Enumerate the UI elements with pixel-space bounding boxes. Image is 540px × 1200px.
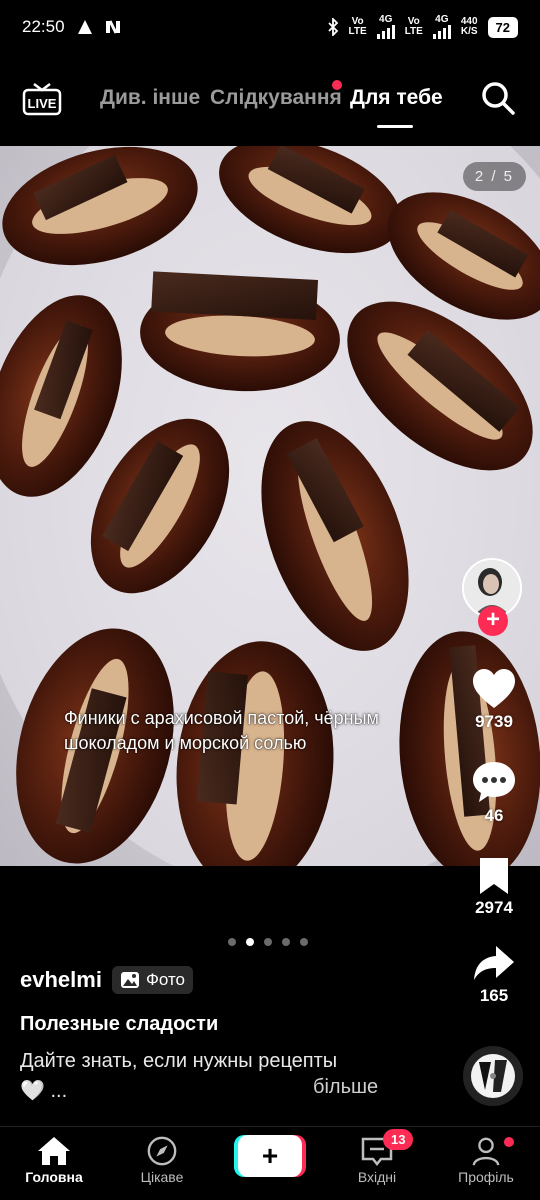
comment-button[interactable]: 46 — [462, 760, 526, 826]
share-button[interactable]: 165 — [462, 944, 526, 1006]
comment-count: 46 — [484, 806, 504, 825]
author-name[interactable]: evhelmi — [20, 967, 102, 993]
search-icon[interactable] — [480, 80, 516, 116]
carousel-dot[interactable] — [282, 938, 290, 946]
bluetooth-icon — [327, 18, 338, 36]
create-button[interactable]: + — [238, 1135, 302, 1177]
live-icon[interactable]: LIVE — [22, 80, 62, 116]
like-button[interactable]: 9739 — [462, 668, 526, 732]
profile-icon — [472, 1137, 500, 1166]
photo-badge: Фото — [111, 966, 193, 994]
music-disc[interactable] — [463, 1046, 523, 1106]
nav-inbox[interactable]: 13 Вхідні — [337, 1129, 417, 1185]
see-more-link[interactable]: більше — [313, 1076, 378, 1099]
tab-for-you[interactable]: Для тебе — [350, 86, 443, 110]
home-icon — [38, 1137, 70, 1165]
slide-counter: 2 / 5 — [462, 162, 526, 191]
follow-button[interactable]: + — [478, 606, 508, 636]
author-row: evhelmi Фото — [20, 966, 193, 994]
dates-photo-illustration — [0, 146, 540, 866]
save-button[interactable]: 2974 — [462, 856, 526, 918]
post-title: Полезные сладости — [20, 1013, 219, 1035]
tab-following[interactable]: Слідкування — [210, 86, 342, 110]
nav-inbox-label: Вхідні — [357, 1169, 397, 1185]
nav-discover[interactable]: Цікаве — [122, 1135, 202, 1185]
bookmark-icon — [480, 858, 508, 894]
photo-badge-label: Фото — [145, 970, 185, 989]
bottom-nav: Головна Цікаве + 13 Вхідні Профіль — [0, 1126, 540, 1200]
post-description-text: Дайте знать, если нужны рецепты — [20, 1050, 338, 1072]
music-cover-art — [471, 1054, 515, 1098]
nav-discover-label: Цікаве — [140, 1169, 184, 1185]
heart-icon — [473, 669, 515, 708]
comment-icon — [473, 762, 515, 802]
following-notification-dot — [332, 80, 342, 90]
save-count: 2974 — [475, 898, 513, 917]
share-count: 165 — [479, 986, 509, 1005]
post-photo[interactable]: 2 / 5 Финики с арахисовой пастой, чёрным… — [0, 146, 540, 866]
status-time: 22:50 — [22, 17, 65, 36]
nav-home[interactable]: Головна — [14, 1135, 94, 1185]
network-4g-2: 4G — [432, 15, 451, 39]
volte-indicator-1: Vo LTE — [348, 16, 367, 37]
signal-warning-icon — [77, 20, 92, 34]
network-4g-1: 4G — [376, 15, 395, 39]
nav-profile-label: Профіль — [458, 1169, 514, 1185]
share-arrow-icon — [474, 946, 514, 980]
carousel-dot[interactable] — [300, 938, 308, 946]
n-app-icon — [105, 20, 120, 34]
network-speed: 440 K/S — [460, 16, 478, 37]
carousel-dot-active[interactable] — [246, 938, 254, 946]
photo-caption: Финики с арахисовой пастой, чёрным шокол… — [64, 708, 379, 753]
live-label: LIVE — [28, 96, 57, 111]
nav-profile[interactable]: Профіль — [446, 1135, 526, 1185]
like-count: 9739 — [475, 712, 513, 731]
inbox-badge: 13 — [383, 1129, 414, 1150]
volte-indicator-2: Vo LTE — [404, 16, 423, 37]
carousel-dot[interactable] — [264, 938, 272, 946]
active-tab-indicator — [377, 125, 413, 128]
tab-explore[interactable]: Див. інше — [100, 86, 200, 110]
profile-notification-dot — [504, 1137, 514, 1147]
compass-icon — [147, 1136, 177, 1166]
top-nav: LIVE Див. інше Слідкування Для тебе — [0, 70, 540, 130]
nav-home-label: Головна — [25, 1169, 83, 1185]
status-bar: 22:50 Vo LTE 4G Vo LTE 4G 440 K/S 72 — [0, 0, 540, 54]
carousel-dots — [228, 938, 308, 946]
image-icon — [120, 972, 139, 988]
carousel-dot[interactable] — [228, 938, 236, 946]
battery-indicator: 72 — [487, 16, 518, 38]
